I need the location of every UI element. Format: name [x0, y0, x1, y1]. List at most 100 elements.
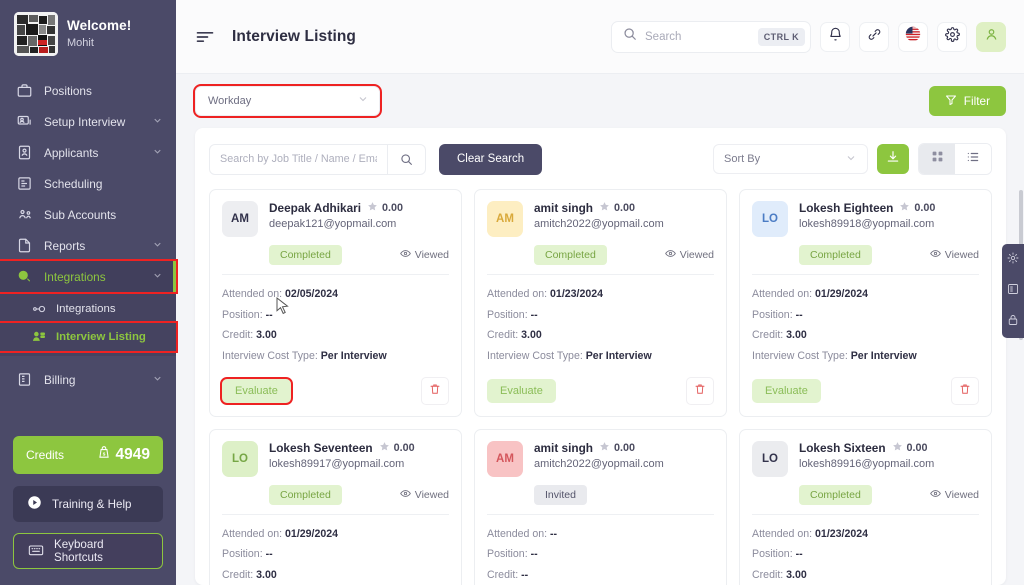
status-row: Completed Viewed: [222, 484, 449, 505]
cost-type-value: Per Interview: [850, 349, 917, 362]
rating-value: 0.00: [614, 441, 636, 454]
card-meta: Attended on: 01/29/2024 Position: -- Cre…: [222, 524, 449, 585]
candidate-email: lokesh89918@yopmail.com: [799, 218, 935, 230]
evaluate-button[interactable]: Evaluate: [487, 378, 556, 403]
viewed-indicator: Viewed: [399, 488, 449, 502]
position-value: --: [265, 548, 273, 561]
status-badge: Completed: [534, 245, 607, 265]
status-badge: Completed: [799, 245, 872, 265]
hamburger-icon[interactable]: [195, 27, 215, 47]
link-button[interactable]: [859, 21, 889, 52]
cost-type-row: Interview Cost Type: Per Interview: [752, 349, 917, 362]
credits-button[interactable]: Credits $ 4949: [13, 436, 163, 474]
user-name: Mohit: [67, 36, 94, 49]
job-search[interactable]: [209, 143, 426, 175]
credit-value: 3.00: [521, 329, 542, 342]
chevron-down-icon: [152, 146, 163, 160]
sidebar-item-label: Sub Accounts: [44, 207, 117, 222]
credit-value: --: [521, 568, 529, 581]
delete-button[interactable]: [421, 376, 449, 405]
sidebar-item-integrations[interactable]: Integrations: [0, 259, 178, 294]
sidebar-subitem-integrations[interactable]: Integrations: [0, 295, 176, 323]
position-row: Position: --: [487, 548, 538, 561]
sidebar-item-setup-interview[interactable]: Setup Interview: [0, 106, 176, 137]
filter-label: Filter: [963, 94, 990, 108]
sidebar-item-scheduling[interactable]: Scheduling: [0, 168, 176, 199]
star-icon: [379, 441, 390, 455]
keyboard-icon: [28, 543, 44, 560]
sidebar-item-label: Billing: [44, 372, 76, 387]
rating-value: 0.00: [906, 441, 928, 454]
sidebar-item-positions[interactable]: Positions: [0, 75, 176, 106]
keyboard-shortcuts-button[interactable]: Keyboard Shortcuts: [13, 533, 163, 569]
candidate-name-row: amit singh 0.00: [534, 201, 714, 215]
flag-us-icon: [905, 26, 921, 47]
credit-value: 3.00: [786, 568, 807, 581]
star-icon: [367, 201, 378, 215]
avatar: LO: [752, 440, 788, 477]
grid-view-button[interactable]: [919, 144, 955, 174]
star-icon: [899, 201, 910, 215]
sidebar-item-label: Reports: [44, 238, 86, 253]
cost-type-value: Per Interview: [320, 349, 387, 362]
sort-by-label: Sort By: [724, 153, 761, 165]
download-button[interactable]: [877, 144, 909, 174]
divider: [222, 274, 449, 275]
avatar: AM: [222, 201, 258, 237]
interview-card: LO Lokesh Seventeen 0.00 lokesh89917@yop…: [209, 428, 462, 585]
candidate-name: Lokesh Sixteen: [799, 440, 886, 455]
evaluate-button[interactable]: Evaluate: [220, 376, 293, 405]
card-meta: Attended on: -- Position: -- Credit: -- …: [487, 524, 714, 585]
divider: [222, 513, 449, 515]
training-help-button[interactable]: Training & Help: [13, 486, 163, 522]
candidate-name: Lokesh Seventeen: [269, 440, 373, 455]
settings-sun-icon[interactable]: [1007, 251, 1019, 269]
monitor-user-icon: [16, 114, 33, 129]
sidebar-nav: Positions Setup Interview Applicants Sch…: [0, 68, 178, 395]
search-input[interactable]: [645, 30, 750, 43]
attended-on-value: 01/29/2024: [285, 527, 339, 540]
candidate-name: Lokesh Eighteen: [799, 201, 894, 215]
layout-panel-icon[interactable]: [1007, 282, 1019, 300]
chevron-down-icon: [152, 270, 163, 284]
settings-button[interactable]: [937, 21, 967, 52]
language-button[interactable]: [898, 21, 928, 52]
link-node-icon: [30, 302, 47, 316]
clear-search-button[interactable]: Clear Search: [439, 143, 543, 175]
job-search-button[interactable]: [387, 144, 425, 174]
sidebar-item-reports[interactable]: Reports: [0, 230, 176, 261]
profile-button[interactable]: [976, 21, 1006, 52]
viewed-indicator: Viewed: [664, 248, 714, 262]
building-icon: [16, 372, 33, 387]
evaluate-button[interactable]: Evaluate: [752, 378, 821, 403]
status-row: Completed Viewed: [752, 484, 979, 505]
sidebar-item-sub-accounts[interactable]: Sub Accounts: [0, 199, 176, 230]
list-view-button[interactable]: [955, 144, 991, 174]
sidebar-subitem-interview-listing[interactable]: Interview Listing: [0, 321, 178, 353]
avatar: AM: [487, 440, 523, 477]
document-icon: [16, 238, 33, 253]
candidate-name: Deepak Adhikari: [269, 201, 362, 215]
play-icon: [27, 495, 42, 513]
lock-icon[interactable]: [1007, 313, 1019, 331]
position-value: --: [795, 308, 803, 321]
position-value: --: [795, 548, 803, 561]
position-value: --: [265, 308, 273, 321]
sidebar-item-applicants[interactable]: Applicants: [0, 137, 176, 168]
source-select-value: Workday: [208, 95, 252, 107]
credit-row: Credit: --: [487, 568, 529, 581]
delete-button[interactable]: [951, 376, 979, 405]
sort-by-select[interactable]: Sort By: [713, 144, 868, 174]
credit-value: 3.00: [256, 329, 277, 342]
global-search[interactable]: CTRL K: [611, 20, 811, 53]
source-select[interactable]: Workday: [193, 84, 382, 118]
job-search-input[interactable]: [210, 153, 387, 165]
chevron-down-icon: [152, 239, 163, 253]
filter-button[interactable]: Filter: [928, 86, 1006, 116]
sidebar-item-billing[interactable]: Billing: [0, 364, 176, 395]
cards-scroll-area[interactable]: AM Deepak Adhikari 0.00 deepak121@yopmai…: [209, 189, 992, 585]
delete-button[interactable]: [686, 376, 714, 405]
rating: 0.00: [599, 201, 635, 215]
notifications-button[interactable]: [820, 21, 850, 52]
